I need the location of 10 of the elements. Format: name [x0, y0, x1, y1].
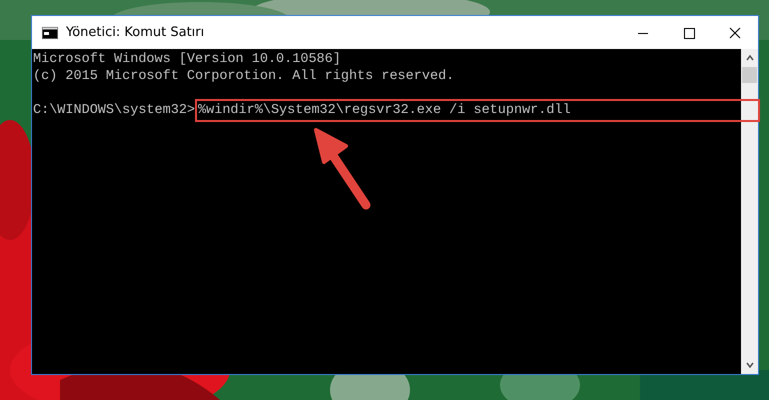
scroll-down-icon[interactable]: [744, 360, 754, 370]
scrollbar[interactable]: [741, 49, 758, 374]
command-text: %windir%\System32\regsvr32.exe /i setupnwr.dll: [195, 99, 760, 122]
scroll-up-icon[interactable]: [744, 53, 754, 63]
prompt-text: C:\WINDOWS\system32>: [33, 102, 196, 119]
console-line: (c) 2015 Microsoft Corporotion. All rights reserved.: [33, 68, 456, 85]
window-title: Yönetici: Komut Satırı: [66, 25, 206, 40]
scroll-thumb[interactable]: [742, 67, 757, 83]
terminal-icon: [42, 26, 58, 38]
console-line: Microsoft Windows [Version 10.0.10586]: [33, 51, 342, 68]
